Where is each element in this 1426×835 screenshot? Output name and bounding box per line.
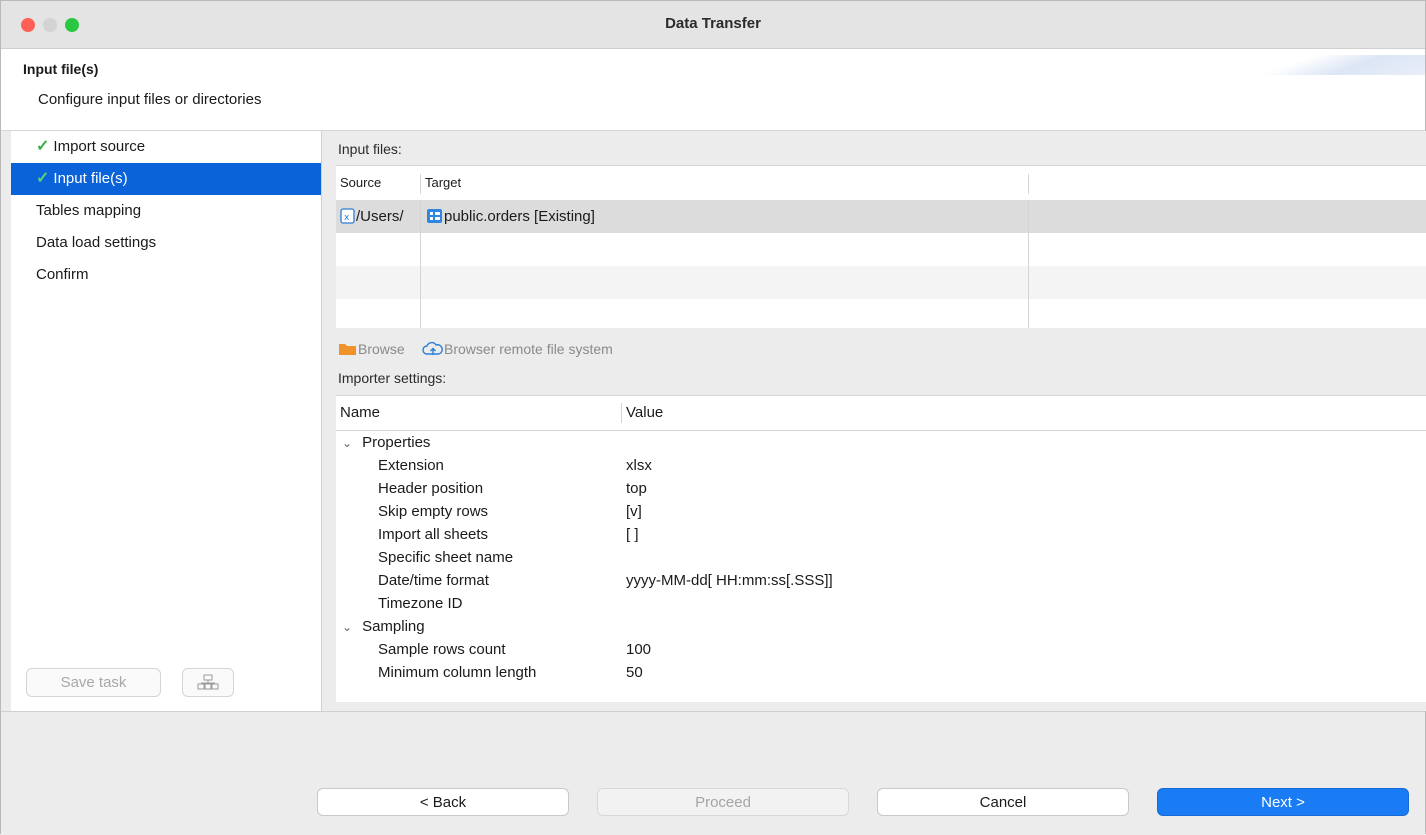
browse-remote-button[interactable]: Browser remote file system xyxy=(422,341,613,357)
property-row[interactable]: Specific sheet name xyxy=(336,546,1426,569)
property-name: Header position xyxy=(378,480,484,497)
property-name: Date/time format xyxy=(378,572,489,589)
table-row[interactable]: x /Users/ public.orders [Existing] xyxy=(336,200,1426,233)
sidebar-item-input-files[interactable]: ✓ Input file(s) xyxy=(11,163,321,195)
window-title: Data Transfer xyxy=(665,15,761,32)
chevron-down-icon[interactable]: ⌄ xyxy=(342,432,352,455)
wizard-footer: < Back Proceed Cancel Next > xyxy=(1,711,1425,835)
property-row[interactable]: Import all sheets [ ] xyxy=(336,523,1426,546)
property-value[interactable]: xlsx xyxy=(626,454,652,477)
header-banner-graphic xyxy=(1245,55,1425,75)
back-button[interactable]: < Back xyxy=(317,788,569,816)
property-name: Import all sheets xyxy=(378,526,489,543)
property-row[interactable]: Skip empty rows [v] xyxy=(336,500,1426,523)
property-row[interactable]: Minimum column length 50 xyxy=(336,661,1426,684)
column-divider[interactable] xyxy=(420,174,421,194)
importer-settings-label: Importer settings: xyxy=(338,370,447,386)
cancel-button[interactable]: Cancel xyxy=(877,788,1129,816)
group-row-sampling[interactable]: ⌄ Sampling xyxy=(336,615,1426,638)
sidebar-item-label: Tables mapping xyxy=(36,202,142,219)
page-subtitle: Configure input files or directories xyxy=(38,91,262,108)
save-task-button[interactable]: Save task xyxy=(26,668,161,697)
main-panel: Input files: Source Target x /Users/ pub… xyxy=(326,131,1426,711)
property-name: Skip empty rows xyxy=(378,503,489,520)
property-value[interactable]: top xyxy=(626,477,647,500)
group-row-properties[interactable]: ⌄ Properties xyxy=(336,431,1426,454)
browse-button[interactable]: Browse xyxy=(338,341,405,357)
property-value[interactable]: yyyy-MM-dd[ HH:mm:ss[.SSS]] xyxy=(626,569,833,592)
source-cell: x /Users/ xyxy=(340,200,420,233)
table-icon xyxy=(427,209,442,223)
sidebar-item-import-source[interactable]: ✓ Import source xyxy=(11,131,321,163)
wizard-header: Input file(s) Configure input files or d… xyxy=(1,49,1425,131)
sidebar-item-tables-mapping[interactable]: Tables mapping xyxy=(11,195,321,227)
column-divider[interactable] xyxy=(621,403,622,423)
property-name: Timezone ID xyxy=(378,595,463,612)
property-name: Sample rows count xyxy=(378,641,506,658)
next-button[interactable]: Next > xyxy=(1157,788,1409,816)
source-path: /Users/ xyxy=(356,208,404,225)
task-config-button[interactable] xyxy=(182,668,234,697)
empty-row xyxy=(336,299,1426,328)
grid-line xyxy=(420,200,421,328)
importer-settings-table: Name Value ⌄ Properties Extension xlsx He… xyxy=(336,395,1426,702)
excel-file-icon: x xyxy=(340,208,355,224)
property-name: Minimum column length xyxy=(378,664,537,681)
svg-text:x: x xyxy=(344,213,350,223)
property-row[interactable]: Sample rows count 100 xyxy=(336,638,1426,661)
property-value[interactable]: 100 xyxy=(626,638,651,661)
grid-line xyxy=(1028,200,1029,328)
empty-row xyxy=(336,233,1426,266)
chevron-down-icon[interactable]: ⌄ xyxy=(342,616,352,639)
title-bar: Data Transfer xyxy=(1,1,1425,49)
folder-icon xyxy=(339,344,356,355)
group-label: Sampling xyxy=(362,618,425,635)
property-row[interactable]: Timezone ID xyxy=(336,592,1426,615)
wizard-steps-sidebar: ✓ Import source ✓ Input file(s) Tables map… xyxy=(11,131,322,711)
column-header-value[interactable]: Value xyxy=(626,396,663,430)
target-name: public.orders [Existing] xyxy=(444,208,595,225)
sidebar-item-data-load-settings[interactable]: Data load settings xyxy=(11,227,321,259)
browse-remote-label: Browser remote file system xyxy=(444,341,613,357)
checkmark-icon: ✓ xyxy=(36,170,50,187)
property-name: Specific sheet name xyxy=(378,549,514,566)
input-files-table: Source Target x /Users/ public.orders [E… xyxy=(336,165,1426,328)
empty-row xyxy=(336,266,1426,299)
sidebar-item-label: Confirm xyxy=(36,266,89,283)
group-label: Properties xyxy=(362,434,431,451)
sidebar-item-label: Import source xyxy=(53,138,146,155)
property-row[interactable]: Header position top xyxy=(336,477,1426,500)
property-row[interactable]: Extension xlsx xyxy=(336,454,1426,477)
page-title: Input file(s) xyxy=(23,61,99,77)
sidebar-item-label: Data load settings xyxy=(36,234,157,251)
browse-label: Browse xyxy=(358,341,405,357)
property-value[interactable]: 50 xyxy=(626,661,643,684)
column-header-target[interactable]: Target xyxy=(425,166,461,200)
property-row[interactable]: Date/time format yyyy-MM-dd[ HH:mm:ss[.S… xyxy=(336,569,1426,592)
property-value[interactable]: [v] xyxy=(626,500,642,523)
column-header-name[interactable]: Name xyxy=(340,396,380,430)
column-divider[interactable] xyxy=(1028,174,1029,194)
data-transfer-window: Data Transfer Input file(s) Configure in… xyxy=(0,0,1426,835)
target-cell: public.orders [Existing] xyxy=(426,200,1026,233)
property-value[interactable]: [ ] xyxy=(626,523,639,546)
sidebar-item-label: Input file(s) xyxy=(53,170,128,187)
cloud-upload-icon xyxy=(422,341,443,355)
input-files-label: Input files: xyxy=(338,141,402,157)
property-name: Extension xyxy=(378,457,444,474)
proceed-button[interactable]: Proceed xyxy=(597,788,849,816)
sidebar-item-confirm[interactable]: Confirm xyxy=(11,259,321,291)
checkmark-icon: ✓ xyxy=(36,138,50,155)
task-tree-icon xyxy=(197,674,219,690)
column-header-source[interactable]: Source xyxy=(340,166,381,200)
